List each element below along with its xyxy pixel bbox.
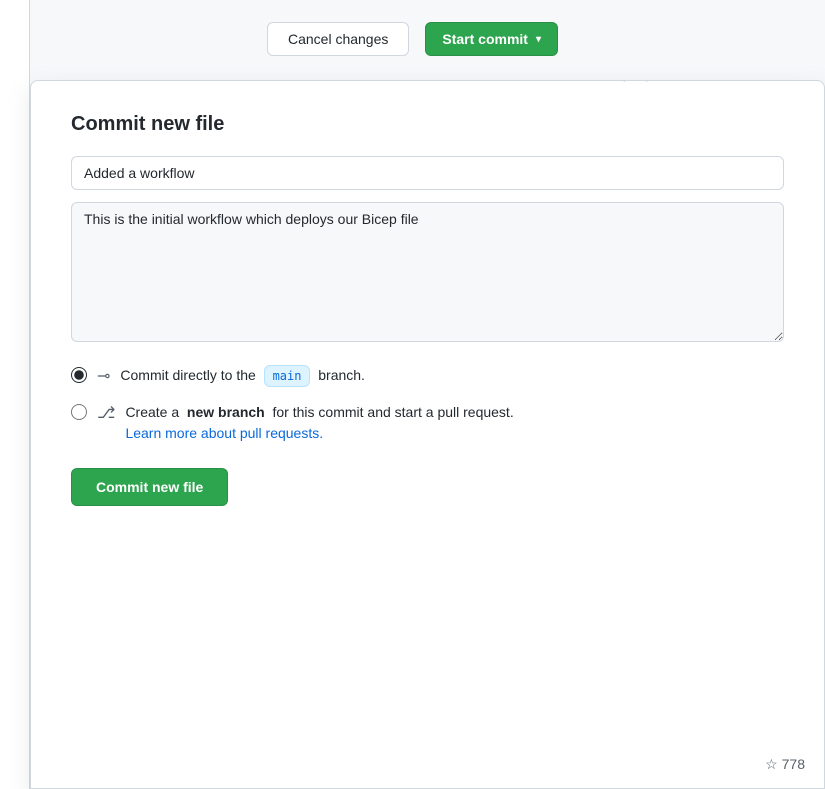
- direct-label-after: branch.: [318, 367, 365, 383]
- branch-label-mid: for this commit and start a pull request…: [273, 404, 514, 420]
- star-count: 778: [782, 756, 805, 772]
- commit-message-input[interactable]: [71, 156, 784, 190]
- radio-branch-label[interactable]: Create a new branch for this commit and …: [125, 402, 513, 444]
- commit-direct-icon: ⊸: [97, 366, 110, 388]
- direct-label-before: Commit directly to the: [120, 367, 255, 383]
- start-commit-label: Start commit: [442, 31, 528, 47]
- commit-new-file-button[interactable]: Commit new file: [71, 468, 228, 506]
- learn-more-link[interactable]: Learn more about pull requests.: [125, 425, 323, 441]
- branch-label-before: Create a: [125, 404, 179, 420]
- toolbar: Cancel changes Start commit ▾: [0, 0, 825, 78]
- star-count-area: ☆ 778: [765, 756, 805, 773]
- star-icon: ☆: [765, 756, 778, 773]
- commit-modal-panel: Commit new file This is the initial work…: [30, 80, 825, 789]
- radio-new-branch[interactable]: [71, 404, 87, 420]
- cancel-changes-button[interactable]: Cancel changes: [267, 22, 409, 56]
- radio-direct-label[interactable]: Commit directly to the main branch.: [120, 365, 365, 387]
- branch-badge: main: [264, 365, 311, 387]
- radio-option-new-branch: ⎇ Create a new branch for this commit an…: [71, 402, 784, 444]
- bottom-bar: ☆ 778: [625, 739, 825, 789]
- dropdown-arrow-icon: ▾: [536, 34, 541, 45]
- radio-direct-commit[interactable]: [71, 367, 87, 383]
- new-branch-bold: new branch: [187, 404, 265, 420]
- sidebar-bg: [0, 0, 30, 789]
- commit-description-textarea[interactable]: This is the initial workflow which deplo…: [71, 202, 784, 342]
- branch-icon: ⎇: [97, 403, 115, 425]
- start-commit-button[interactable]: Start commit ▾: [425, 22, 558, 56]
- radio-option-direct-commit: ⊸ Commit directly to the main branch.: [71, 365, 784, 388]
- modal-title: Commit new file: [71, 113, 784, 136]
- branch-options: ⊸ Commit directly to the main branch. ⎇ …: [71, 365, 784, 444]
